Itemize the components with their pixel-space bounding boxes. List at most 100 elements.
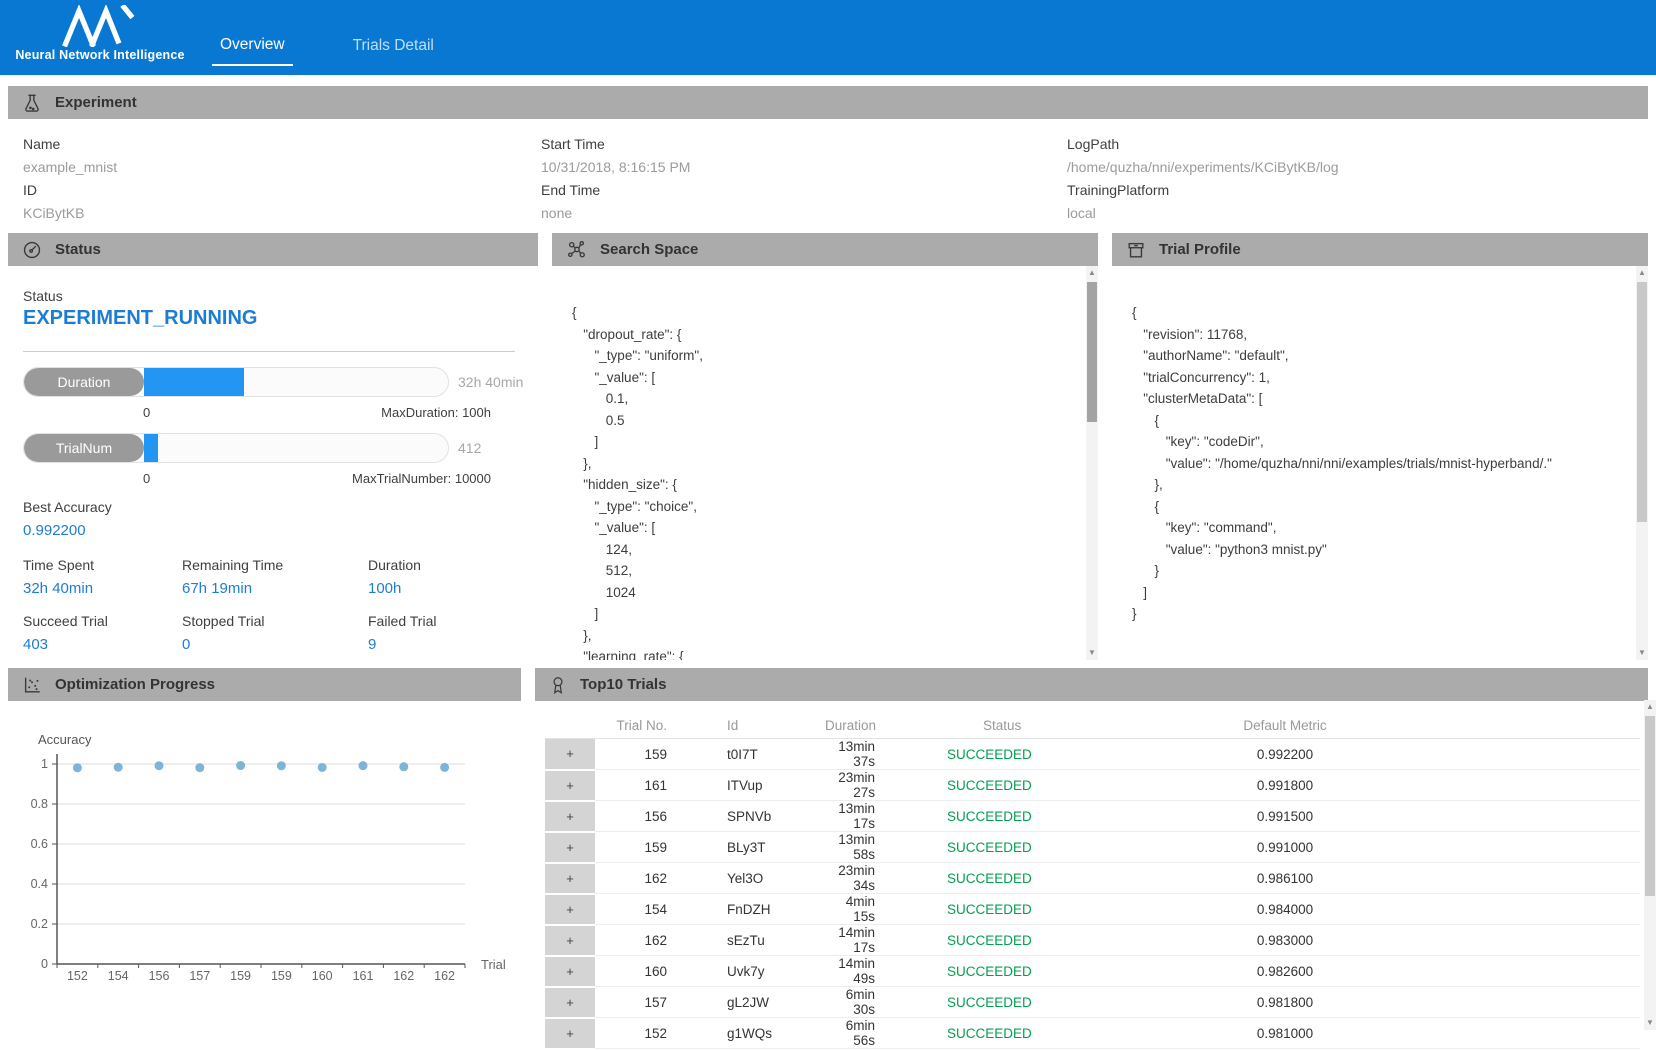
svg-text:1: 1 xyxy=(41,757,48,771)
metric-cell: 0.982600 xyxy=(1155,956,1415,987)
stat-stopped-trial: Stopped Trial 0 xyxy=(182,609,265,657)
col-default-metric: Default Metric xyxy=(1155,712,1415,739)
trial-id-cell: t0I7T xyxy=(675,739,825,770)
metric-cell: 0.991000 xyxy=(1155,832,1415,863)
duration-cell: 23min 27s xyxy=(825,770,945,801)
scrollbar-thumb[interactable] xyxy=(1087,282,1097,422)
status-panel-header: Status xyxy=(8,233,538,266)
top10-trials-header: Top10 Trials xyxy=(535,668,1648,701)
status-cell: SUCCEEDED xyxy=(945,1018,1155,1049)
experiment-section-header: Experiment xyxy=(8,86,1648,119)
duration-progress-track: Duration xyxy=(23,367,449,397)
tab-overview[interactable]: Overview xyxy=(212,10,293,66)
filler-cell xyxy=(1415,770,1640,801)
expand-button[interactable]: + xyxy=(545,801,595,832)
scatter-point[interactable] xyxy=(277,761,286,770)
scrollbar-thumb[interactable] xyxy=(1645,716,1655,896)
experiment-section-title: Experiment xyxy=(55,94,137,111)
stat-failed-trial: Failed Trial 9 xyxy=(368,609,436,657)
field-label: ID xyxy=(23,179,117,202)
scatter-point[interactable] xyxy=(114,763,123,772)
svg-text:160: 160 xyxy=(312,969,333,983)
field-value: 10/31/2018, 8:16:15 PM xyxy=(541,156,690,179)
scrollbar-down-icon[interactable]: ▼ xyxy=(1636,647,1648,659)
scatter-point[interactable] xyxy=(236,761,245,770)
expand-button[interactable]: + xyxy=(545,925,595,956)
svg-text:Accuracy: Accuracy xyxy=(38,732,92,747)
table-row: +156SPNVb13min 17sSUCCEEDED0.991500 xyxy=(545,801,1640,832)
scrollbar-thumb[interactable] xyxy=(1637,282,1647,522)
scatter-point[interactable] xyxy=(155,761,164,770)
scatter-point[interactable] xyxy=(318,763,327,772)
trial-id-cell: BLy3T xyxy=(675,832,825,863)
status-cell: SUCCEEDED xyxy=(945,801,1155,832)
status-panel-title: Status xyxy=(55,241,101,258)
search-space-scrollbar[interactable]: ▲ ▼ xyxy=(1086,266,1098,660)
svg-text:0.2: 0.2 xyxy=(31,917,48,931)
scrollbar-down-icon[interactable]: ▼ xyxy=(1644,1017,1656,1029)
expand-button[interactable]: + xyxy=(545,1018,595,1049)
duration-cell: 13min 17s xyxy=(825,801,945,832)
brand[interactable]: Neural Network Intelligence xyxy=(10,5,190,62)
best-accuracy-label: Best Accuracy xyxy=(23,495,112,519)
scatter-point[interactable] xyxy=(73,763,82,772)
duration-cell: 13min 37s xyxy=(825,739,945,770)
scatter-chart-icon xyxy=(22,675,42,695)
stat-value: 67h 19min xyxy=(182,577,283,601)
trial-no-cell: 156 xyxy=(595,801,675,832)
trialnum-progress-value: 412 xyxy=(458,440,481,456)
expand-button[interactable]: + xyxy=(545,894,595,925)
filler-cell xyxy=(1415,739,1640,770)
scrollbar-down-icon[interactable]: ▼ xyxy=(1086,647,1098,659)
scatter-point[interactable] xyxy=(399,762,408,771)
optimization-chart: 00.20.40.60.8115215415615715915916016116… xyxy=(0,700,530,1005)
metric-cell: 0.992200 xyxy=(1155,739,1415,770)
optimization-progress-title: Optimization Progress xyxy=(55,676,215,693)
experiment-details: Name example_mnist ID KCiBytKB Start Tim… xyxy=(8,119,1648,233)
metric-cell: 0.981000 xyxy=(1155,1018,1415,1049)
trial-no-cell: 159 xyxy=(595,739,675,770)
trialnum-progress-label: TrialNum xyxy=(24,434,144,462)
scatter-point[interactable] xyxy=(359,761,368,770)
scale-max: MaxTrialNumber: 10000 xyxy=(352,471,491,486)
filler-cell xyxy=(1415,863,1640,894)
scatter-point[interactable] xyxy=(195,763,204,772)
scrollbar-up-icon[interactable]: ▲ xyxy=(1086,267,1098,279)
table-header-row: Trial No. Id Duration Status Default Met… xyxy=(545,712,1640,739)
trial-id-cell: ITVup xyxy=(675,770,825,801)
expand-button[interactable]: + xyxy=(545,770,595,801)
expand-button[interactable]: + xyxy=(545,987,595,1018)
expand-button[interactable]: + xyxy=(545,739,595,770)
status-value: EXPERIMENT_RUNNING xyxy=(23,307,257,330)
stat-label: Time Spent xyxy=(23,553,94,577)
duration-progress-value: 32h 40min xyxy=(458,374,523,390)
stat-succeed-trial: Succeed Trial 403 xyxy=(23,609,108,657)
status-cell: SUCCEEDED xyxy=(945,894,1155,925)
col-status: Status xyxy=(945,712,1155,739)
svg-text:159: 159 xyxy=(230,969,251,983)
scatter-point[interactable] xyxy=(440,763,449,772)
filler-cell xyxy=(1415,801,1640,832)
search-space-json: { "dropout_rate": { "_type": "uniform", … xyxy=(552,266,1086,660)
duration-cell: 6min 30s xyxy=(825,987,945,1018)
top10-scrollbar[interactable]: ▲ ▼ xyxy=(1644,700,1656,1030)
divider xyxy=(23,351,515,352)
svg-text:159: 159 xyxy=(271,969,292,983)
medal-icon xyxy=(549,675,567,695)
trial-profile-scrollbar[interactable]: ▲ ▼ xyxy=(1636,266,1648,660)
tab-trials-detail[interactable]: Trials Detail xyxy=(345,11,442,65)
expand-button[interactable]: + xyxy=(545,863,595,894)
status-panel: Status Status EXPERIMENT_RUNNING Duratio… xyxy=(8,233,538,660)
nav-tabs: Overview Trials Detail xyxy=(212,0,442,75)
expand-button[interactable]: + xyxy=(545,956,595,987)
scrollbar-up-icon[interactable]: ▲ xyxy=(1636,267,1648,279)
expand-button[interactable]: + xyxy=(545,832,595,863)
svg-text:0: 0 xyxy=(41,957,48,971)
best-accuracy-value: 0.992200 xyxy=(23,519,112,543)
status-label: Status xyxy=(23,288,63,304)
table-row: +162Yel3O23min 34sSUCCEEDED0.986100 xyxy=(545,863,1640,894)
experiment-col-3: LogPath /home/quzha/nni/experiments/KCiB… xyxy=(1067,133,1339,225)
scrollbar-up-icon[interactable]: ▲ xyxy=(1644,701,1656,713)
status-cell: SUCCEEDED xyxy=(945,832,1155,863)
stat-label: Succeed Trial xyxy=(23,609,108,633)
